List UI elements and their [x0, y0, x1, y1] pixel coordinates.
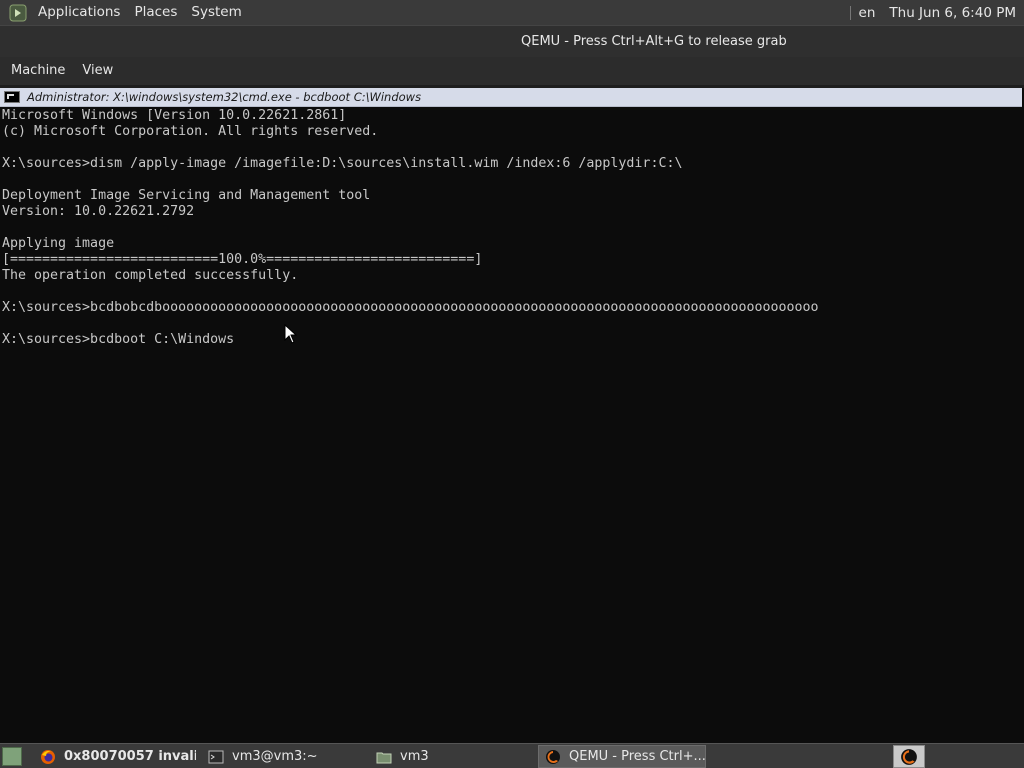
menu-applications[interactable]: Applications [31, 0, 127, 25]
qemu-icon [546, 749, 560, 764]
taskbar-task-firefox[interactable]: 0x80070057 invali... [34, 745, 196, 768]
qemu-window-titlebar[interactable]: QEMU - Press Ctrl+Alt+G to release grab [0, 25, 1024, 57]
mouse-pointer-icon [284, 324, 298, 344]
task-label: QEMU - Press Ctrl+... [569, 749, 706, 764]
show-desktop-button[interactable] [2, 747, 22, 766]
folder-icon [376, 752, 392, 763]
panel-clock[interactable]: Thu Jun 6, 6:40 PM [889, 5, 1016, 21]
menu-view[interactable]: View [72, 57, 120, 85]
panel-menu: Applications Places System [0, 0, 249, 25]
console-line: Deployment Image Servicing and Managemen… [2, 188, 371, 203]
terminal-icon [208, 750, 224, 763]
cmd-window-titlebar[interactable]: Administrator: X:\windows\system32\cmd.e… [0, 88, 1022, 107]
console-line: (c) Microsoft Corporation. All rights re… [2, 124, 379, 139]
menu-places[interactable]: Places [127, 0, 184, 25]
qemu-menubar: Machine View [0, 57, 1024, 85]
task-label: vm3 [400, 749, 429, 764]
console-line: X:\sources>dism /apply-image /imagefile:… [2, 156, 683, 171]
panel-tray: en Thu Jun 6, 6:40 PM [849, 0, 1024, 25]
console-line: X:\sources>bcdboot C:\Windows [2, 332, 235, 347]
cmd-prompt-icon [4, 91, 20, 103]
tray-qemu-button[interactable] [893, 745, 925, 768]
cmd-window-title: Administrator: X:\windows\system32\cmd.e… [27, 90, 422, 104]
panel-separator [849, 5, 851, 20]
qemu-tray-icon [901, 748, 917, 765]
task-label: vm3@vm3:~ [232, 749, 318, 764]
console-line: Applying image [2, 236, 115, 251]
console-line: X:\sources>bcdbobcdboooooooooooooooooooo… [2, 300, 819, 315]
menu-machine[interactable]: Machine [0, 57, 72, 85]
console-line: [==========================100.0%=======… [2, 252, 483, 267]
console-line: Microsoft Windows [Version 10.0.22621.28… [2, 108, 347, 123]
vm-display[interactable]: Administrator: X:\windows\system32\cmd.e… [0, 88, 1024, 743]
task-label: 0x80070057 invali... [64, 749, 196, 764]
applications-logo-icon[interactable] [9, 4, 27, 22]
keyboard-layout-indicator[interactable]: en [859, 5, 876, 21]
qemu-window-title: QEMU - Press Ctrl+Alt+G to release grab [521, 34, 787, 49]
console-line: The operation completed successfully. [2, 268, 299, 283]
taskbar-task-folder[interactable]: vm3 [370, 745, 536, 768]
bottom-taskbar: 0x80070057 invali... vm3@vm3:~ vm3 QEMU … [0, 743, 1024, 768]
taskbar-task-terminal[interactable]: vm3@vm3:~ [202, 745, 370, 768]
taskbar-task-qemu[interactable]: QEMU - Press Ctrl+... [538, 745, 706, 768]
cmd-console-output[interactable]: Microsoft Windows [Version 10.0.22621.28… [2, 108, 1020, 738]
console-line: Version: 10.0.22621.2792 [2, 204, 195, 219]
top-panel: Applications Places System en Thu Jun 6,… [0, 0, 1024, 25]
menu-system[interactable]: System [184, 0, 248, 25]
firefox-icon [41, 749, 55, 764]
